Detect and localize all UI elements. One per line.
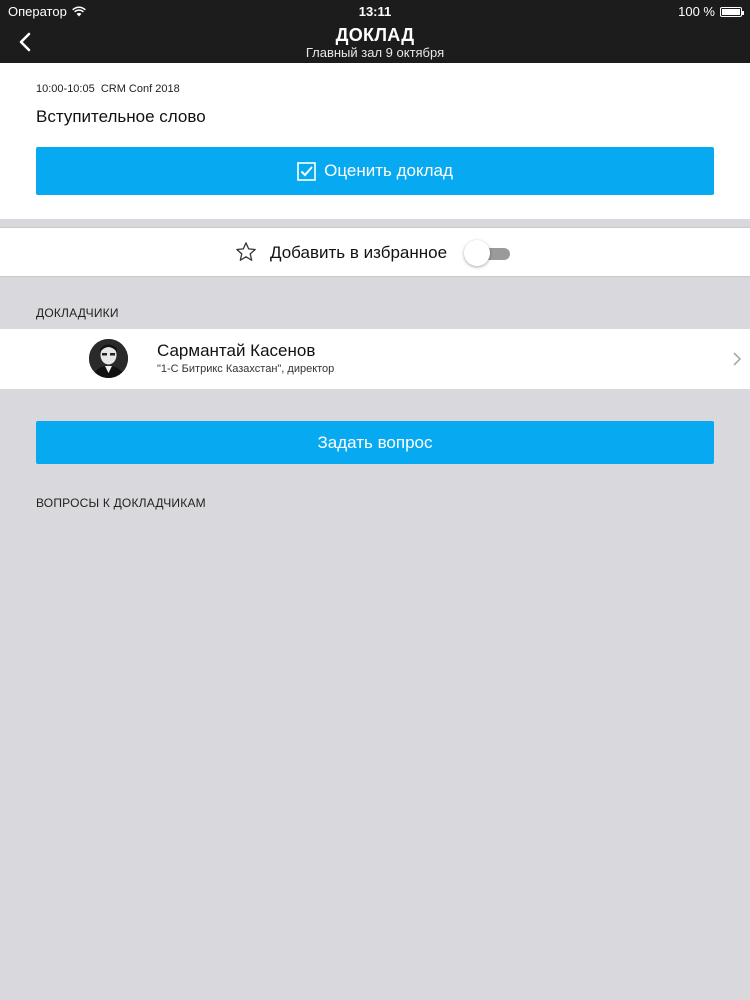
avatar <box>89 339 128 378</box>
status-bar: Оператор 13:11 100 % <box>0 0 750 22</box>
ask-question-button[interactable]: Задать вопрос <box>36 421 714 464</box>
speaker-row[interactable]: Сармантай Касенов "1-С Битрикс Казахстан… <box>0 329 750 389</box>
page-title: ДОКЛАД <box>335 25 415 45</box>
questions-section-label: ВОПРОСЫ К ДОКЛАДЧИКАМ <box>36 496 206 510</box>
talk-card: 10:00-10:05 CRM Conf 2018 Вступительное … <box>0 63 750 219</box>
star-icon <box>236 242 256 261</box>
rate-talk-button[interactable]: Оценить доклад <box>36 147 714 195</box>
rate-talk-label: Оценить доклад <box>324 161 453 180</box>
speaker-name: Сармантай Касенов <box>157 341 316 360</box>
battery-label: 100 % <box>678 4 715 19</box>
page-subtitle: Главный зал 9 октября <box>305 45 445 60</box>
speakers-section-label: ДОКЛАДЧИКИ <box>36 306 119 320</box>
speaker-role: "1-С Битрикс Казахстан", директор <box>157 363 335 375</box>
status-time: 13:11 <box>358 4 392 19</box>
battery-indicator: 100 % <box>678 4 744 19</box>
chevron-right-icon <box>733 352 742 366</box>
battery-icon <box>720 6 744 17</box>
talk-meta: 10:00-10:05 CRM Conf 2018 <box>36 83 180 95</box>
ask-question-label: Задать вопрос <box>317 432 433 452</box>
checkbox-icon <box>297 161 316 181</box>
favorite-toggle[interactable] <box>464 240 511 266</box>
talk-title: Вступительное слово <box>36 107 206 126</box>
favorite-row: Добавить в избранное <box>0 227 750 277</box>
nav-bar: Оператор 13:11 100 % ДОКЛАД Главный зал … <box>0 0 750 63</box>
favorite-label: Добавить в избранное <box>270 243 448 262</box>
